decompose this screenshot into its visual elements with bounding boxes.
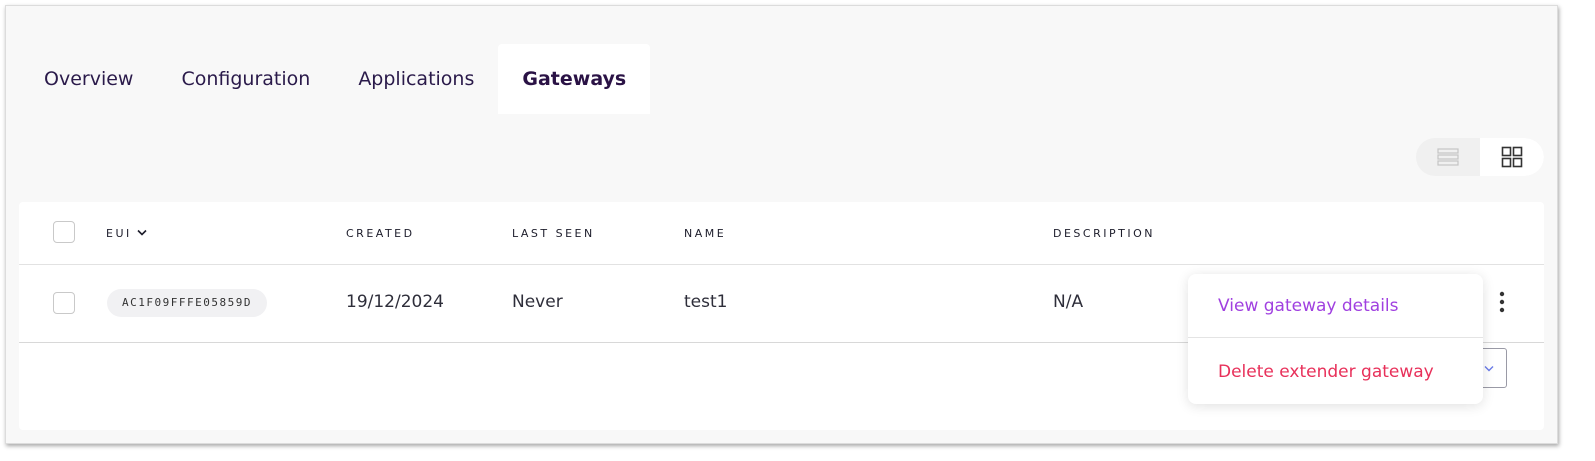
tab-gateways[interactable]: Gateways (498, 44, 651, 114)
chevron-down-icon (1484, 366, 1494, 372)
list-view-icon (1437, 148, 1459, 166)
gateway-name: test1 (684, 292, 728, 312)
column-header-name: NAME (684, 227, 727, 240)
eui-chip: AC1F09FFFE05859D (107, 289, 267, 317)
column-header-eui[interactable]: EUI (106, 227, 147, 240)
app-window: Overview Configuration Applications Gate… (5, 5, 1558, 444)
gateway-description: N/A (1053, 292, 1084, 312)
kebab-menu-icon (1499, 291, 1505, 313)
column-header-created: CREATED (346, 227, 415, 240)
select-all-checkbox[interactable] (53, 221, 75, 243)
row-actions-button[interactable] (1492, 289, 1512, 315)
created-date: 19/12/2024 (346, 292, 444, 312)
column-header-last-seen: LAST SEEN (512, 227, 595, 240)
tab-configuration[interactable]: Configuration (157, 44, 334, 114)
grid-view-icon (1501, 146, 1523, 168)
view-toggle (1416, 138, 1544, 176)
view-gateway-details-item[interactable]: View gateway details (1188, 274, 1483, 338)
delete-extender-gateway-item[interactable]: Delete extender gateway (1188, 340, 1483, 404)
row-select-checkbox[interactable] (53, 292, 75, 314)
list-view-button[interactable] (1416, 138, 1480, 176)
tab-overview[interactable]: Overview (6, 44, 157, 114)
table-header: EUI CREATED LAST SEEN NAME DESCRIPTION (19, 202, 1544, 265)
row-actions-menu: View gateway details Delete extender gat… (1188, 274, 1483, 404)
tab-applications[interactable]: Applications (334, 44, 498, 114)
tab-bar: Overview Configuration Applications Gate… (6, 44, 651, 114)
chevron-down-icon (137, 229, 147, 236)
column-header-description: DESCRIPTION (1053, 227, 1155, 240)
last-seen: Never (512, 292, 563, 312)
column-header-eui-label: EUI (106, 227, 132, 240)
grid-view-button[interactable] (1480, 138, 1544, 176)
